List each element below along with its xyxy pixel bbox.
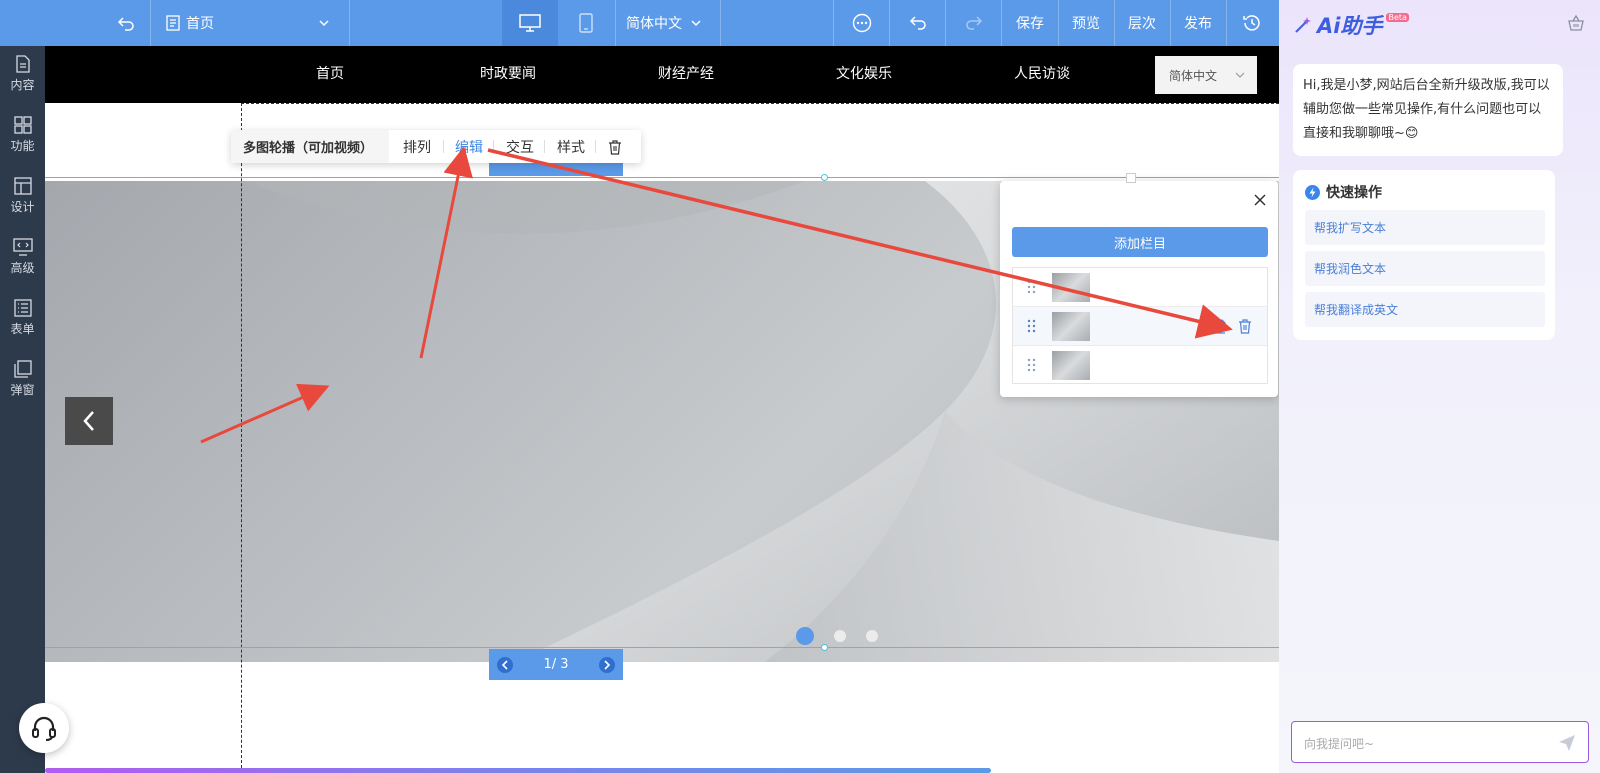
loading-progress-bar	[45, 768, 991, 773]
ai-assistant-panel: Ai助手 Beta Hi,我是小梦,网站后台全新升级改版,我可以辅助您做一些常见…	[1279, 0, 1600, 773]
quick-action-translate-english[interactable]: 帮我翻译成英文	[1305, 292, 1545, 327]
beta-badge: Beta	[1386, 12, 1409, 22]
send-button[interactable]	[1558, 734, 1576, 755]
lightning-icon	[1305, 184, 1320, 200]
magic-wand-icon	[1295, 17, 1311, 33]
annotation-arrow	[200, 383, 330, 444]
quick-actions-title-text: 快速操作	[1326, 185, 1382, 201]
basket-icon	[1568, 14, 1584, 31]
headset-icon	[32, 716, 56, 741]
ai-logo-text: Ai助手	[1317, 14, 1383, 38]
quick-action-polish-text[interactable]: 帮我润色文本	[1305, 251, 1545, 286]
ai-greeting-message: Hi,我是小梦,网站后台全新升级改版,我可以辅助您做一些常见操作,有什么问题也可…	[1293, 64, 1563, 156]
ai-input-placeholder: 向我提问吧~	[1304, 737, 1375, 751]
ai-question-input[interactable]: 向我提问吧~	[1291, 721, 1589, 763]
annotation-arrow	[419, 146, 473, 359]
customer-support-button[interactable]	[19, 703, 69, 753]
annotation-arrow	[487, 148, 1233, 339]
send-icon	[1559, 735, 1575, 751]
quick-action-expand-text[interactable]: 帮我扩写文本	[1305, 210, 1545, 245]
clear-chat-button[interactable]	[1567, 14, 1585, 36]
quick-actions-card: 快速操作 帮我扩写文本 帮我润色文本 帮我翻译成英文	[1293, 170, 1555, 340]
ai-logo: Ai助手 Beta	[1293, 10, 1409, 40]
quick-actions-title: 快速操作	[1305, 182, 1382, 202]
